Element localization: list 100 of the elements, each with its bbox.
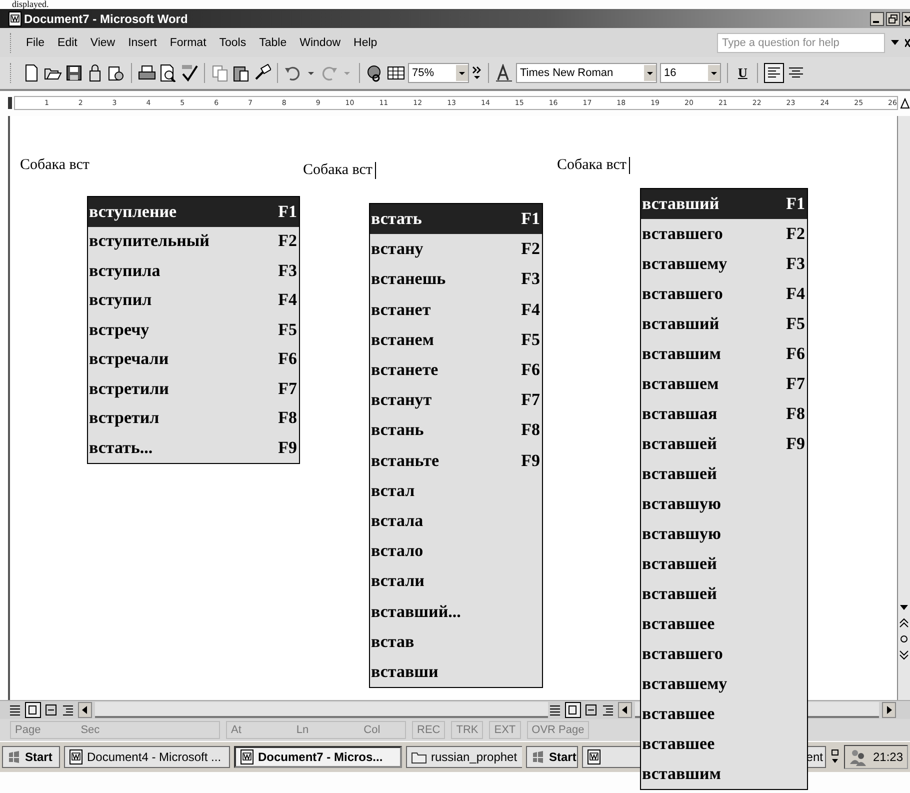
align-left-icon[interactable] — [764, 63, 784, 83]
print-icon[interactable] — [138, 64, 156, 82]
horizontal-scrollbar[interactable] — [95, 702, 548, 718]
vertical-scrollbar[interactable] — [897, 116, 910, 700]
print-layout-icon[interactable] — [584, 703, 598, 717]
help-search-field[interactable]: Type a question for help — [717, 32, 885, 52]
more-buttons-icon[interactable] — [472, 64, 482, 82]
suggestion-item[interactable]: встретил F8 — [88, 404, 299, 433]
font-dropdown[interactable]: Times New Roman — [516, 63, 657, 83]
menu-item[interactable]: View — [84, 36, 122, 48]
suggestion-item[interactable]: вставшей F9 — [641, 429, 807, 459]
menu-item[interactable]: Format — [164, 36, 214, 48]
restore-icon[interactable] — [830, 749, 840, 765]
scroll-left-icon[interactable] — [618, 702, 632, 718]
suggestion-item[interactable]: вставшим — [641, 759, 807, 789]
suggestion-item[interactable]: встаньте F9 — [370, 446, 542, 476]
suggestion-item[interactable]: вступил F4 — [88, 286, 299, 315]
suggestion-item[interactable]: вставшим F6 — [641, 339, 807, 369]
normal-view-icon[interactable] — [548, 703, 562, 717]
suggestion-item[interactable]: вступительный F2 — [88, 226, 299, 256]
font-size-dropdown[interactable]: 16 — [660, 63, 721, 83]
suggestion-item[interactable]: встречу F5 — [88, 315, 299, 344]
suggestion-item[interactable]: встать F1 — [370, 204, 542, 234]
styles-icon[interactable] — [495, 64, 513, 82]
taskbar-button[interactable]: Start — [526, 746, 578, 768]
minimize-icon[interactable] — [870, 12, 884, 26]
web-layout-icon[interactable] — [565, 702, 581, 718]
scroll-right-icon[interactable] — [882, 702, 896, 718]
suggestion-item[interactable]: вставшей — [641, 579, 807, 609]
spelling-check-icon[interactable] — [180, 64, 198, 82]
suggestion-item[interactable]: вставшее — [641, 699, 807, 729]
suggestion-item[interactable]: встать... F9 — [88, 433, 299, 462]
suggestion-item[interactable]: встанут F7 — [370, 385, 542, 416]
menu-item[interactable]: Window — [294, 36, 348, 48]
suggestion-item[interactable]: встала — [370, 506, 542, 536]
suggestion-item[interactable]: вставший F1 — [641, 189, 807, 219]
taskbar-button[interactable]: Start — [2, 746, 60, 768]
suggestion-item[interactable]: вставшего F4 — [641, 279, 807, 309]
web-layout-icon[interactable] — [25, 702, 41, 718]
table-icon[interactable] — [387, 64, 405, 82]
suggestion-item[interactable]: вставши — [370, 656, 542, 687]
outline-view-icon[interactable] — [601, 703, 615, 717]
suggestion-item[interactable]: вставший... — [370, 596, 542, 627]
suggestion-item[interactable]: вставшей — [641, 459, 807, 489]
suggestion-item[interactable]: встретили F7 — [88, 374, 299, 404]
scroll-down-icon[interactable] — [899, 602, 909, 612]
taskbar-button[interactable]: russian_prophet — [406, 746, 522, 768]
paintbrush-icon[interactable] — [253, 64, 271, 82]
scroll-left-icon[interactable] — [78, 702, 92, 718]
save-icon[interactable] — [65, 64, 83, 82]
print-layout-icon[interactable] — [44, 703, 58, 717]
close-icon[interactable] — [902, 12, 910, 26]
menu-item[interactable]: Tools — [213, 36, 254, 48]
suggestion-item[interactable]: встречали F6 — [88, 344, 299, 374]
menu-item[interactable]: Insert — [122, 36, 164, 48]
suggestion-item[interactable]: вставшее — [641, 729, 807, 759]
suggestion-item[interactable]: вставшее — [641, 609, 807, 639]
zoom-dropdown[interactable]: 75% — [408, 63, 469, 83]
normal-view-icon[interactable] — [8, 703, 22, 717]
suggestion-item[interactable]: встанет F4 — [370, 294, 542, 325]
taskbar-button[interactable]: Document4 - Microsoft ... — [64, 746, 230, 768]
close-icon[interactable] — [905, 38, 910, 46]
menu-item[interactable]: Table — [253, 36, 294, 48]
suggestion-item[interactable]: вставший F5 — [641, 309, 807, 339]
taskbar-button[interactable]: Document7 - Micros... — [234, 746, 402, 768]
menu-item[interactable]: Edit — [52, 36, 84, 48]
suggestion-item[interactable]: встал — [370, 476, 542, 506]
suggestion-item[interactable]: вставшая F8 — [641, 399, 807, 429]
previous-page-icon[interactable] — [899, 618, 909, 628]
suggestion-item[interactable]: встали — [370, 566, 542, 596]
suggestion-item[interactable]: вставшему — [641, 669, 807, 699]
dropdown-arrow-icon[interactable] — [891, 40, 899, 46]
restore-icon[interactable] — [886, 12, 900, 26]
suggestion-item[interactable]: вступила F3 — [88, 256, 299, 286]
suggestion-item[interactable]: встало — [370, 536, 542, 566]
suggestion-item[interactable]: вставшей — [641, 549, 807, 579]
menu-item[interactable]: File — [20, 36, 52, 48]
next-page-icon[interactable] — [899, 650, 909, 660]
suggestion-item[interactable]: встанешь F3 — [370, 264, 542, 295]
suggestion-item[interactable]: встань F8 — [370, 415, 542, 446]
suggestion-item[interactable]: вставшем F7 — [641, 369, 807, 399]
suggestion-item[interactable]: вставшую — [641, 489, 807, 519]
menu-item[interactable]: Help — [348, 36, 384, 48]
suggestion-item[interactable]: вставшего — [641, 639, 807, 669]
suggestion-item[interactable]: вставшую — [641, 519, 807, 549]
browse-object-icon[interactable] — [899, 634, 909, 644]
suggestion-item[interactable]: вставшему F3 — [641, 249, 807, 279]
suggestion-item[interactable]: встану F2 — [370, 234, 542, 264]
suggestion-item[interactable]: встанете F6 — [370, 354, 542, 386]
suggestion-item[interactable]: встав — [370, 626, 542, 657]
tab-stop-icon[interactable] — [900, 97, 910, 109]
suggestion-item[interactable]: вставшего F2 — [641, 219, 807, 249]
outline-view-icon[interactable] — [61, 703, 75, 717]
underline-button[interactable]: U — [734, 65, 752, 81]
undo-icon[interactable] — [284, 64, 302, 82]
print-preview-icon[interactable] — [159, 64, 177, 82]
paste-icon[interactable] — [232, 64, 250, 82]
suggestion-item[interactable]: вступление F1 — [88, 197, 299, 226]
suggestion-item[interactable]: встанем F5 — [370, 324, 542, 355]
people-icon[interactable] — [848, 748, 867, 766]
